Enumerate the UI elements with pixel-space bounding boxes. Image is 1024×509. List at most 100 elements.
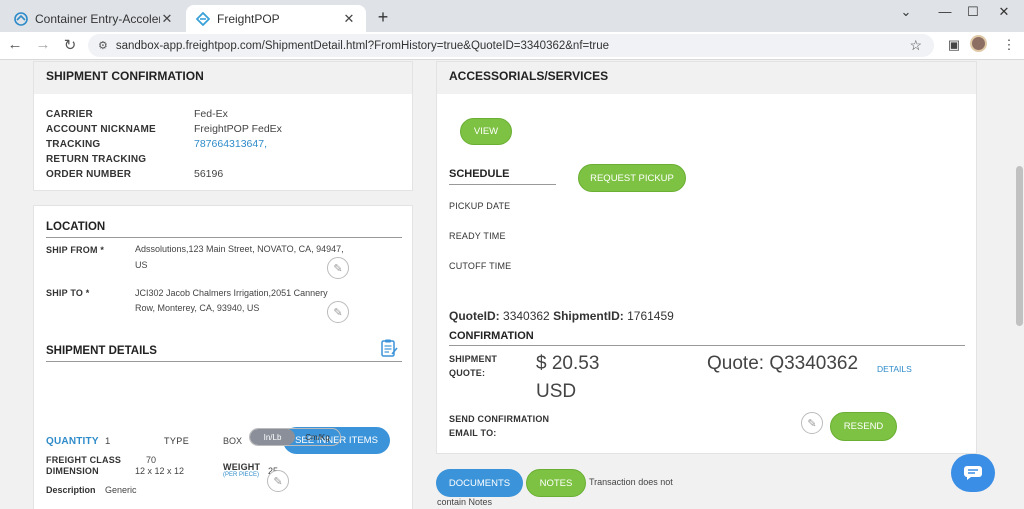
forward-icon[interactable]: → [34, 36, 52, 53]
page-viewport: SHIPMENT CONFIRMATION CARRIER Fed-Ex ACC… [0, 61, 1014, 509]
minimize-icon[interactable]: — [936, 4, 954, 19]
ship-from-line2: US [135, 260, 148, 270]
freight-class-value: 70 [146, 455, 157, 465]
edit-ship-from-button[interactable]: ✎ [327, 257, 349, 279]
type-value: BOX [223, 436, 243, 446]
edit-ship-to-button[interactable]: ✎ [327, 301, 349, 323]
container-favicon [14, 11, 28, 26]
quote-currency: USD [536, 381, 577, 402]
carrier-label: CARRIER [46, 109, 93, 120]
unit-inlb-option[interactable]: In/Lb [250, 429, 295, 445]
browser-tabstrip: Container Entry-Accolent ERP ✕ FreightPO… [0, 0, 1024, 32]
ship-to-line1: JCI302 Jacob Chalmers Irrigation,2051 Ca… [135, 288, 328, 298]
quantity-label: QUANTITY [46, 436, 99, 447]
send-confirmation-label-2: EMAIL TO: [449, 428, 497, 438]
shipment-id-value: 1761459 [627, 309, 674, 323]
quote-amount: $ 20.53 [536, 353, 600, 374]
view-accessorials-button[interactable]: VIEW [460, 118, 512, 145]
shipment-quote-label-2: QUOTE: [449, 368, 486, 378]
description-value: Generic [105, 485, 137, 495]
divider [46, 361, 402, 362]
shipment-confirmation-card: SHIPMENT CONFIRMATION CARRIER Fed-Ex ACC… [33, 61, 413, 191]
notes-text-line1: Transaction does not [589, 477, 673, 487]
freightpop-favicon [196, 11, 210, 26]
tab-freightpop[interactable]: FreightPOP ✕ [186, 5, 366, 32]
browser-toolbar: ← → ↻ ⚙ sandbox-app.freightpop.com/Shipm… [0, 32, 1024, 60]
shipment-id-label: ShipmentID: [553, 309, 624, 323]
order-number-label: ORDER NUMBER [46, 169, 132, 180]
tracking-label: TRACKING [46, 139, 101, 150]
close-icon[interactable]: ✕ [342, 11, 356, 27]
quote-shipment-ids: QuoteID: 3340362 ShipmentID: 1761459 [449, 309, 674, 323]
documents-button[interactable]: DOCUMENTS [436, 469, 523, 497]
pencil-icon: ✎ [333, 306, 343, 319]
pencil-icon: ✎ [333, 262, 343, 275]
type-label: TYPE [164, 436, 190, 446]
return-tracking-label: RETURN TRACKING [46, 154, 147, 165]
pencil-icon: ✎ [273, 475, 283, 488]
pickup-date-label: PICKUP DATE [449, 201, 511, 211]
page-scrollbar[interactable] [1014, 61, 1024, 509]
tracking-link[interactable]: 787664313647, [194, 138, 267, 150]
edit-email-button[interactable]: ✎ [801, 412, 823, 434]
quantity-value: 1 [105, 436, 111, 447]
request-pickup-button[interactable]: REQUEST PICKUP [578, 164, 686, 192]
shipment-details-title: SHIPMENT DETAILS [46, 345, 157, 357]
tab-search-icon[interactable]: ⌄ [897, 4, 915, 20]
schedule-title: SCHEDULE [449, 168, 510, 180]
dimension-label: DIMENSION [46, 466, 99, 476]
divider [449, 184, 556, 185]
account-nickname-value: FreightPOP FedEx [194, 123, 282, 135]
notes-text-line2: contain Notes [437, 497, 493, 507]
window-close-icon[interactable]: ✕ [995, 4, 1013, 20]
weight-label: WEIGHT [223, 462, 261, 472]
reload-icon[interactable]: ↻ [61, 36, 79, 54]
card-title: ACCESSORIALS/SERVICES [437, 62, 976, 94]
unit-toggle[interactable]: In/Lb Cm/Kg [249, 428, 341, 446]
quote-id-value: 3340362 [503, 309, 550, 323]
avatar[interactable] [970, 35, 987, 52]
carrier-value: Fed-Ex [194, 108, 228, 120]
freight-class-label: FREIGHT CLASS [46, 455, 122, 465]
ship-to-label: SHIP TO * [46, 288, 90, 298]
divider [46, 237, 402, 238]
dimension-value: 12 x 12 x 12 [135, 466, 185, 476]
bookmark-star-icon[interactable]: ☆ [909, 37, 922, 54]
clipboard-icon[interactable] [379, 338, 399, 358]
pencil-icon: ✎ [807, 417, 817, 430]
close-icon[interactable]: ✕ [160, 11, 174, 27]
ship-from-label: SHIP FROM * [46, 245, 105, 255]
account-nickname-label: ACCOUNT NICKNAME [46, 124, 156, 135]
address-bar[interactable]: ⚙ sandbox-app.freightpop.com/ShipmentDet… [88, 34, 934, 57]
back-icon[interactable]: ← [6, 36, 24, 53]
maximize-icon[interactable]: ☐ [964, 4, 982, 20]
tab-container-entry[interactable]: Container Entry-Accolent ERP ✕ [4, 5, 184, 32]
location-title: LOCATION [46, 221, 106, 233]
details-link[interactable]: DETAILS [877, 364, 912, 374]
order-number-value: 56196 [194, 168, 224, 180]
menu-icon[interactable]: ⋮ [1000, 37, 1018, 53]
edit-details-button[interactable]: ✎ [267, 470, 289, 492]
site-info-icon[interactable]: ⚙ [98, 39, 108, 52]
divider [449, 345, 965, 346]
notes-button[interactable]: NOTES [526, 469, 586, 497]
scrollbar-thumb[interactable] [1016, 166, 1023, 326]
cutoff-time-label: CUTOFF TIME [449, 261, 512, 271]
resend-button[interactable]: RESEND [830, 412, 897, 441]
url-text: sandbox-app.freightpop.com/ShipmentDetai… [115, 39, 610, 52]
accessorials-card: ACCESSORIALS/SERVICES VIEW SCHEDULE REQU… [436, 61, 977, 454]
new-tab-button[interactable]: + [374, 7, 392, 28]
weight-sub-label: (PER PIECE) [223, 472, 260, 478]
ship-to-line2: Row, Monterey, CA, 93940, US [135, 303, 260, 313]
tab-title: Container Entry-Accolent ERP [35, 11, 160, 26]
confirmation-title: CONFIRMATION [449, 330, 534, 342]
send-confirmation-label-1: SEND CONFIRMATION [449, 414, 550, 424]
quote-id-label: QuoteID: [449, 309, 500, 323]
unit-cmkg-option[interactable]: Cm/Kg [295, 429, 340, 445]
card-title: SHIPMENT CONFIRMATION [34, 62, 412, 94]
chat-button[interactable] [951, 454, 995, 492]
quote-number: Quote: Q3340362 [707, 353, 859, 374]
tab-title: FreightPOP [217, 11, 280, 26]
side-panel-icon[interactable]: ▣ [945, 37, 963, 53]
chat-icon [964, 466, 982, 480]
